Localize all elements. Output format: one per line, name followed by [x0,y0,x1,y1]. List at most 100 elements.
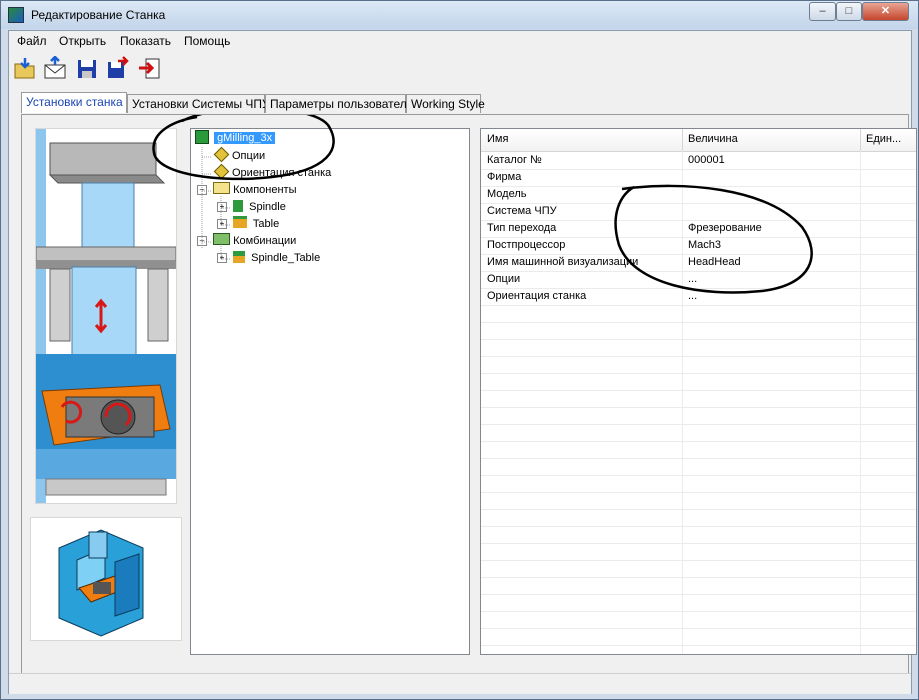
toolbar [9,52,911,84]
tree-item-label: Spindle [249,201,286,213]
tree-root-label[interactable]: gMilling_3x [214,132,276,144]
cell-name: Опции [487,273,521,285]
tree-item-components[interactable]: – Компоненты [197,182,297,199]
tree-item-combinations[interactable]: – Комбинации [197,233,296,250]
table-row [481,560,916,578]
spindle-table-icon [233,251,246,263]
open-icon[interactable] [13,56,37,80]
maximize-button[interactable]: □ [836,2,862,21]
tree-item-spindle[interactable]: + Spindle [217,199,286,216]
exit-icon[interactable] [138,56,162,80]
column-header-unit[interactable]: Един... [866,133,901,145]
tree-item-label: Table [252,218,280,230]
table-row [481,645,916,654]
menu-help[interactable]: Помощь [184,34,230,48]
collapse-icon[interactable]: – [197,236,207,246]
tab-panel: gMilling_3x Опции Ориентация станка – Ко… [21,114,917,679]
expand-icon[interactable]: + [217,253,227,263]
window-title: Редактирование Станка [31,8,166,22]
column-header-value[interactable]: Величина [688,133,738,145]
collapse-icon[interactable]: – [197,185,207,195]
menu-file[interactable]: Файл [17,34,47,48]
tree-item-label: Компоненты [233,184,297,196]
table-row[interactable]: Система ЧПУ [481,203,916,221]
combination-icon [213,233,231,245]
save-as-icon[interactable] [106,56,130,80]
table-row [481,424,916,442]
table-row [481,577,916,595]
tab-user-params[interactable]: Параметры пользователя [265,94,413,113]
table-row[interactable]: Имя машинной визуализации HeadHead [481,254,916,272]
properties-grid[interactable]: Имя Величина Един... Каталог № 000001 Фирм… [480,128,917,655]
table-row[interactable]: Опции... [481,271,916,289]
tree-item-label: Ориентация станка [232,167,332,179]
tree-item-orientation[interactable]: Ориентация станка [213,163,332,182]
cell-name: Каталог № [487,154,542,166]
machine-thumbnail [30,517,182,641]
table-icon [233,216,248,228]
table-row [481,305,916,323]
table-row[interactable]: Постпроцессор Mach3 [481,237,916,255]
table-row [481,373,916,391]
table-row[interactable]: Фирма [481,169,916,187]
table-row [481,390,916,408]
expand-icon[interactable]: + [217,219,227,229]
table-row[interactable]: Модель [481,186,916,204]
machine-icon [195,130,209,144]
table-row [481,594,916,612]
tree-item-label: Опции [232,150,266,162]
tab-working-style[interactable]: Working Style [406,94,485,113]
table-row [481,407,916,425]
machine-tree[interactable]: gMilling_3x Опции Ориентация станка – Ко… [190,128,470,655]
tab-machine-settings[interactable]: Установки станка [21,92,127,113]
machine-image [36,129,176,503]
table-row [481,356,916,374]
table-row [481,458,916,476]
column-header-name[interactable]: Имя [487,133,508,145]
table-row[interactable]: Тип перехода Фрезерование [481,220,916,238]
diamond-icon [213,163,230,180]
table-row [481,339,916,357]
tree-item-label: Spindle_Table [251,252,321,264]
menu-open[interactable]: Открыть [59,34,106,48]
cell-value[interactable]: Фрезерование [688,222,762,234]
cell-value[interactable]: Mach3 [688,239,721,251]
minimize-button[interactable]: – [809,2,836,21]
table-row [481,628,916,646]
expand-icon[interactable]: + [217,202,227,212]
menu-bar: Файл Открыть Показать Помощь [9,31,911,51]
table-row [481,509,916,527]
menu-view[interactable]: Показать [120,34,171,48]
table-row [481,492,916,510]
diamond-icon [213,146,230,163]
table-row [481,475,916,493]
save-icon[interactable] [75,56,99,80]
cell-name: Ориентация станка [487,290,587,302]
cell-value[interactable]: ... [688,290,697,302]
main-window: Редактирование Станка – □ ✕ Файл Открыть… [0,0,919,700]
status-bar [9,673,911,694]
cell-name: Имя машинной визуализации [487,256,639,268]
table-row [481,526,916,544]
spindle-icon [233,200,244,212]
client-area: Файл Открыть Показать Помощь Установки с… [8,30,917,694]
tree-root[interactable]: gMilling_3x [195,130,276,147]
table-row [481,441,916,459]
tree-item-spindle-table[interactable]: + Spindle_Table [217,250,320,267]
cell-value[interactable]: 000001 [688,154,725,166]
tree-item-label: Комбинации [233,235,297,247]
table-row [481,543,916,561]
cell-value[interactable]: ... [688,273,697,285]
title-bar[interactable]: Редактирование Станка – □ ✕ [1,1,918,29]
tree-item-table[interactable]: + Table [217,216,279,233]
table-row[interactable]: Ориентация станка... [481,288,916,306]
mail-icon[interactable] [43,56,67,80]
cell-name: Фирма [487,171,522,183]
table-row[interactable]: Каталог № 000001 [481,152,916,170]
app-icon [8,7,24,23]
cell-value[interactable]: HeadHead [688,256,741,268]
cell-name: Модель [487,188,527,200]
tab-cnc-settings[interactable]: Установки Системы ЧПУ [127,94,270,113]
close-button[interactable]: ✕ [862,2,909,21]
grid-header: Имя Величина Един... [481,129,916,152]
